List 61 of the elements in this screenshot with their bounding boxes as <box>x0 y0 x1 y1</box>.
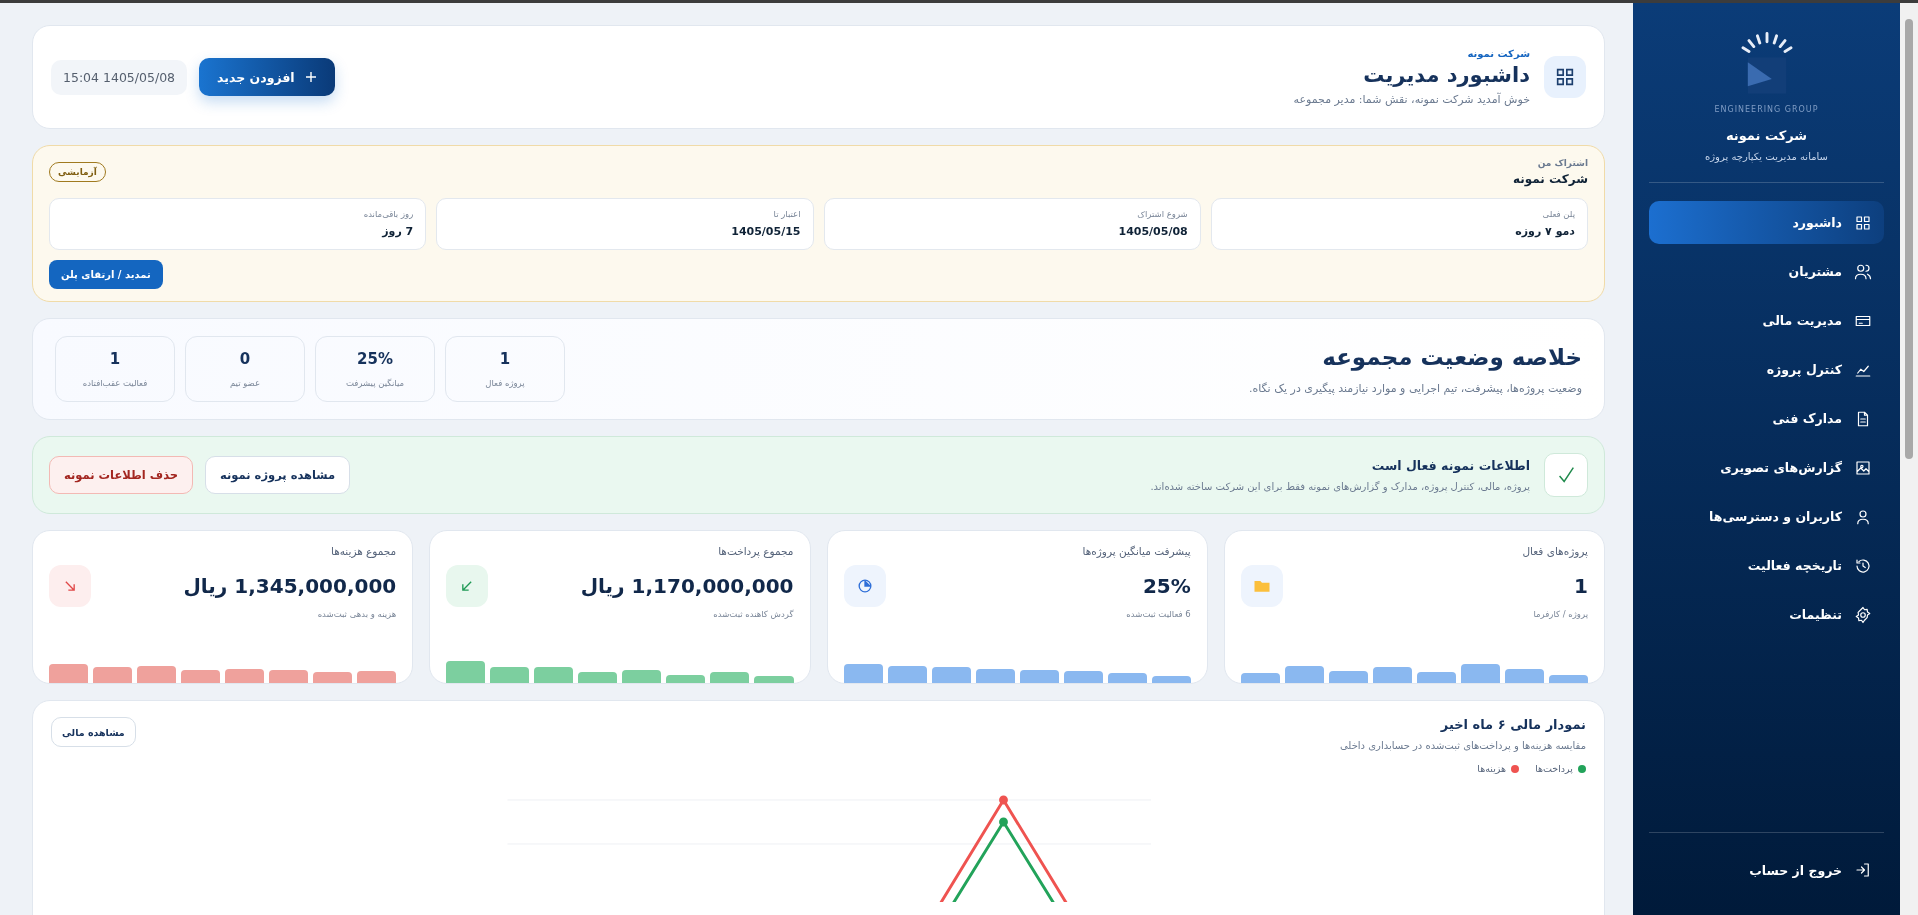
stat-value: 1 <box>1574 574 1588 598</box>
plan-field: پلن فعلی دمو ۷ روزه <box>1210 198 1588 250</box>
stat-note: گردش کاهنده ثبت‌شده <box>712 609 794 619</box>
stat-value: 1,345,000,000 ریال <box>183 574 397 598</box>
add-new-button[interactable]: افزودن جدید <box>199 58 335 96</box>
stat-value: 1,170,000,000 ریال <box>580 574 794 598</box>
stat-icon <box>843 565 886 607</box>
plus-icon <box>304 71 317 83</box>
nav-item[interactable]: تاریخچه فعالیت <box>1649 544 1884 587</box>
nav-icon <box>1854 556 1872 575</box>
nav-item[interactable]: مدیریت مالی <box>1649 299 1884 342</box>
company-label: شرکت نمونه <box>1466 48 1530 59</box>
nav-item[interactable]: کاربران و دسترسی‌ها <box>1649 495 1884 538</box>
nav-icon <box>1854 458 1872 477</box>
nav-item[interactable]: مشتریان <box>1649 250 1884 293</box>
legend-label: هزینه‌ها <box>1477 763 1507 774</box>
stat-icon <box>446 565 489 607</box>
stat-title: مجموع پرداخت‌ها <box>717 545 794 557</box>
renew-plan-button[interactable]: تمدید / ارتقای پلن <box>49 260 163 289</box>
chart-subtitle: مقایسه هزینه‌ها و پرداخت‌های ثبت‌شده در حسابداری داخلی <box>1340 740 1586 751</box>
nav-icon <box>1854 605 1872 624</box>
stat-icon <box>1240 565 1283 607</box>
chart-title: نمودار مالی ۶ ماه اخیر <box>1439 717 1586 732</box>
nav-icon <box>1854 213 1872 232</box>
logo-caption: ENGINEERING GROUP <box>1714 105 1819 114</box>
summary-title: خلاصه وضعیت مجموعه <box>1321 343 1582 370</box>
logout-icon <box>1854 861 1872 879</box>
nav-item[interactable]: کنترل پروژه <box>1649 348 1884 391</box>
notice-title: اطلاعات نمونه فعال است <box>1370 458 1530 473</box>
nav-icon <box>1854 262 1872 281</box>
stat-title: مجموع هزینه‌ها <box>329 545 397 557</box>
company-name: شرکت نمونه <box>1725 128 1808 143</box>
check-icon <box>1544 453 1588 497</box>
nav-item[interactable]: داشبورد <box>1649 201 1884 244</box>
legend-label: پرداخت‌ها <box>1535 763 1573 774</box>
subscription-company: شرکت نمونه <box>1513 172 1588 186</box>
stat-note: هزینه و بدهی ثبت‌شده <box>316 609 397 619</box>
stat-note: 6 فعالیت ثبت‌شده <box>1125 609 1191 619</box>
plan-field: روز باقی‌مانده 7 روز <box>49 198 427 250</box>
page-title: داشبورد مدیریت <box>1362 63 1530 87</box>
notice-text: پروژه، مالی، کنترل پروژه، مدارک و گزارش‌های نمونه فقط برای این شرکت ساخته شده‌اند. <box>1150 481 1530 492</box>
stat-title: پیشرفت میانگین پروژه‌ها <box>1081 545 1191 557</box>
stat-value: 25% <box>1142 574 1191 598</box>
datetime-chip: 15:04 1405/05/08 <box>51 59 188 95</box>
nav-item[interactable]: گزارش‌های تصویری <box>1649 446 1884 489</box>
company-tagline: سامانه مدیریت یکپارچه پروژه <box>1705 151 1828 162</box>
subscription-label: اشتراک من <box>1536 158 1588 168</box>
view-sample-button[interactable]: مشاهده پروژه نمونه <box>205 456 351 494</box>
delete-sample-button[interactable]: حذف اطلاعات نمونه <box>49 456 194 494</box>
stat-note: پروژه / کارفرما <box>1532 609 1588 619</box>
nav-item[interactable]: مدارک فنی <box>1649 397 1884 440</box>
summary-subtitle: وضعیت پروژه‌ها، پیشرفت، تیم اجرایی و موارد نیازمند پیگیری در یک نگاه. <box>1248 381 1582 395</box>
logout-link[interactable]: خروج از حساب <box>1649 832 1884 895</box>
view-finance-button[interactable]: مشاهده مالی <box>51 717 136 747</box>
nav-item[interactable]: تنظیمات <box>1649 593 1884 636</box>
stat-title: پروژه‌های فعال <box>1521 545 1588 557</box>
dashboard-icon <box>1544 56 1586 98</box>
nav-icon <box>1854 507 1872 526</box>
stat-icon <box>49 565 91 607</box>
welcome-text: خوش آمدید شرکت نمونه، نقش شما: مدیر مجموعه <box>1293 93 1530 106</box>
scrollbar[interactable] <box>1900 3 1918 915</box>
